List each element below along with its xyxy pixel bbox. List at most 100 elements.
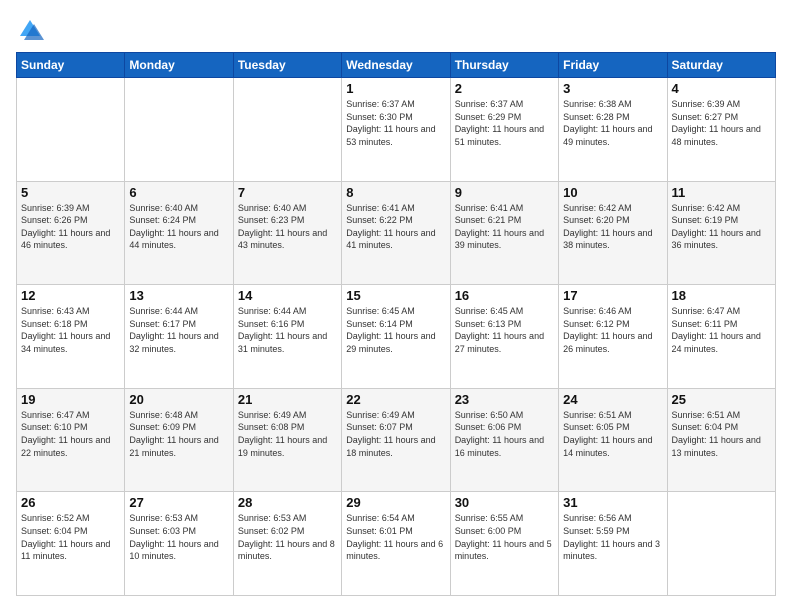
calendar-cell: 30 Sunrise: 6:55 AM Sunset: 6:00 PM Dayli… [450,492,558,596]
day-info: Sunrise: 6:47 AM Sunset: 6:11 PM Dayligh… [672,305,771,355]
calendar-cell: 26 Sunrise: 6:52 AM Sunset: 6:04 PM Dayli… [17,492,125,596]
day-number: 3 [563,81,662,96]
calendar-cell: 4 Sunrise: 6:39 AM Sunset: 6:27 PM Daylig… [667,78,775,182]
day-number: 29 [346,495,445,510]
calendar-cell: 11Sunrise: 6:42 AM Sunset: 6:19 PM Dayli… [667,181,775,285]
day-number: 28 [238,495,337,510]
calendar-cell: 5Sunrise: 6:39 AM Sunset: 6:26 PM Daylig… [17,181,125,285]
calendar-cell: 17 Sunrise: 6:46 AM Sunset: 6:12 PM Dayli… [559,285,667,389]
day-number: 7 [238,185,337,200]
day-number: 23 [455,392,554,407]
col-header-sunday: Sunday [17,53,125,78]
day-info: Sunrise: 6:42 AM Sunset: 6:19 PM Dayligh… [672,202,771,252]
day-info: Sunrise: 6:49 AM Sunset: 6:08 PM Dayligh… [238,409,337,459]
day-number: 9 [455,185,554,200]
calendar-cell: 15 Sunrise: 6:45 AM Sunset: 6:14 PM Dayli… [342,285,450,389]
day-number: 15 [346,288,445,303]
calendar-cell: 27 Sunrise: 6:53 AM Sunset: 6:03 PM Dayli… [125,492,233,596]
day-info: Sunrise: 6:37 AM Sunset: 6:30 PM Dayligh… [346,98,445,148]
calendar-cell [17,78,125,182]
day-number: 5 [21,185,120,200]
day-number: 18 [672,288,771,303]
calendar-cell: 6 Sunrise: 6:40 AM Sunset: 6:24 PM Daylig… [125,181,233,285]
page: SundayMondayTuesdayWednesdayThursdayFrid… [0,0,792,612]
day-info: Sunrise: 6:50 AM Sunset: 6:06 PM Dayligh… [455,409,554,459]
day-info: Sunrise: 6:41 AM Sunset: 6:21 PM Dayligh… [455,202,554,252]
day-info: Sunrise: 6:45 AM Sunset: 6:13 PM Dayligh… [455,305,554,355]
day-number: 26 [21,495,120,510]
day-number: 22 [346,392,445,407]
day-number: 14 [238,288,337,303]
day-number: 30 [455,495,554,510]
calendar-cell: 25Sunrise: 6:51 AM Sunset: 6:04 PM Dayli… [667,388,775,492]
day-info: Sunrise: 6:49 AM Sunset: 6:07 PM Dayligh… [346,409,445,459]
day-number: 17 [563,288,662,303]
calendar-cell [125,78,233,182]
day-info: Sunrise: 6:39 AM Sunset: 6:27 PM Dayligh… [672,98,771,148]
calendar-cell: 13Sunrise: 6:44 AM Sunset: 6:17 PM Dayli… [125,285,233,389]
calendar-week-row: 1 Sunrise: 6:37 AM Sunset: 6:30 PM Daylig… [17,78,776,182]
calendar-cell: 10 Sunrise: 6:42 AM Sunset: 6:20 PM Dayli… [559,181,667,285]
day-number: 21 [238,392,337,407]
calendar-header-row: SundayMondayTuesdayWednesdayThursdayFrid… [17,53,776,78]
day-info: Sunrise: 6:38 AM Sunset: 6:28 PM Dayligh… [563,98,662,148]
day-info: Sunrise: 6:42 AM Sunset: 6:20 PM Dayligh… [563,202,662,252]
day-number: 8 [346,185,445,200]
day-info: Sunrise: 6:53 AM Sunset: 6:03 PM Dayligh… [129,512,228,562]
col-header-saturday: Saturday [667,53,775,78]
day-info: Sunrise: 6:53 AM Sunset: 6:02 PM Dayligh… [238,512,337,562]
col-header-friday: Friday [559,53,667,78]
day-number: 20 [129,392,228,407]
day-info: Sunrise: 6:43 AM Sunset: 6:18 PM Dayligh… [21,305,120,355]
day-number: 27 [129,495,228,510]
calendar-cell: 22 Sunrise: 6:49 AM Sunset: 6:07 PM Dayli… [342,388,450,492]
calendar-cell: 8 Sunrise: 6:41 AM Sunset: 6:22 PM Daylig… [342,181,450,285]
col-header-thursday: Thursday [450,53,558,78]
calendar-week-row: 5Sunrise: 6:39 AM Sunset: 6:26 PM Daylig… [17,181,776,285]
header [16,16,776,44]
day-info: Sunrise: 6:51 AM Sunset: 6:05 PM Dayligh… [563,409,662,459]
day-info: Sunrise: 6:45 AM Sunset: 6:14 PM Dayligh… [346,305,445,355]
calendar-cell: 14 Sunrise: 6:44 AM Sunset: 6:16 PM Dayli… [233,285,341,389]
logo [16,16,48,44]
day-info: Sunrise: 6:40 AM Sunset: 6:24 PM Dayligh… [129,202,228,252]
logo-icon [16,16,44,44]
day-number: 10 [563,185,662,200]
calendar-week-row: 26 Sunrise: 6:52 AM Sunset: 6:04 PM Dayli… [17,492,776,596]
calendar-cell: 12Sunrise: 6:43 AM Sunset: 6:18 PM Dayli… [17,285,125,389]
day-info: Sunrise: 6:46 AM Sunset: 6:12 PM Dayligh… [563,305,662,355]
calendar-cell: 2 Sunrise: 6:37 AM Sunset: 6:29 PM Daylig… [450,78,558,182]
day-number: 4 [672,81,771,96]
day-info: Sunrise: 6:41 AM Sunset: 6:22 PM Dayligh… [346,202,445,252]
calendar-cell: 19Sunrise: 6:47 AM Sunset: 6:10 PM Dayli… [17,388,125,492]
day-info: Sunrise: 6:55 AM Sunset: 6:00 PM Dayligh… [455,512,554,562]
calendar-table: SundayMondayTuesdayWednesdayThursdayFrid… [16,52,776,596]
calendar-cell: 20 Sunrise: 6:48 AM Sunset: 6:09 PM Dayli… [125,388,233,492]
day-number: 24 [563,392,662,407]
day-number: 6 [129,185,228,200]
day-info: Sunrise: 6:47 AM Sunset: 6:10 PM Dayligh… [21,409,120,459]
col-header-tuesday: Tuesday [233,53,341,78]
calendar-cell: 18 Sunrise: 6:47 AM Sunset: 6:11 PM Dayli… [667,285,775,389]
calendar-cell [667,492,775,596]
calendar-cell: 16Sunrise: 6:45 AM Sunset: 6:13 PM Dayli… [450,285,558,389]
day-info: Sunrise: 6:44 AM Sunset: 6:17 PM Dayligh… [129,305,228,355]
calendar-cell: 1 Sunrise: 6:37 AM Sunset: 6:30 PM Daylig… [342,78,450,182]
calendar-cell: 31Sunrise: 6:56 AM Sunset: 5:59 PM Dayli… [559,492,667,596]
day-number: 2 [455,81,554,96]
col-header-monday: Monday [125,53,233,78]
day-info: Sunrise: 6:44 AM Sunset: 6:16 PM Dayligh… [238,305,337,355]
day-number: 25 [672,392,771,407]
calendar-week-row: 19Sunrise: 6:47 AM Sunset: 6:10 PM Dayli… [17,388,776,492]
calendar-cell: 21 Sunrise: 6:49 AM Sunset: 6:08 PM Dayli… [233,388,341,492]
calendar-cell: 9 Sunrise: 6:41 AM Sunset: 6:21 PM Daylig… [450,181,558,285]
calendar-cell: 23 Sunrise: 6:50 AM Sunset: 6:06 PM Dayli… [450,388,558,492]
day-number: 1 [346,81,445,96]
calendar-cell: 28 Sunrise: 6:53 AM Sunset: 6:02 PM Dayli… [233,492,341,596]
col-header-wednesday: Wednesday [342,53,450,78]
day-info: Sunrise: 6:56 AM Sunset: 5:59 PM Dayligh… [563,512,662,562]
day-info: Sunrise: 6:37 AM Sunset: 6:29 PM Dayligh… [455,98,554,148]
day-info: Sunrise: 6:48 AM Sunset: 6:09 PM Dayligh… [129,409,228,459]
day-info: Sunrise: 6:52 AM Sunset: 6:04 PM Dayligh… [21,512,120,562]
calendar-cell: 3 Sunrise: 6:38 AM Sunset: 6:28 PM Daylig… [559,78,667,182]
